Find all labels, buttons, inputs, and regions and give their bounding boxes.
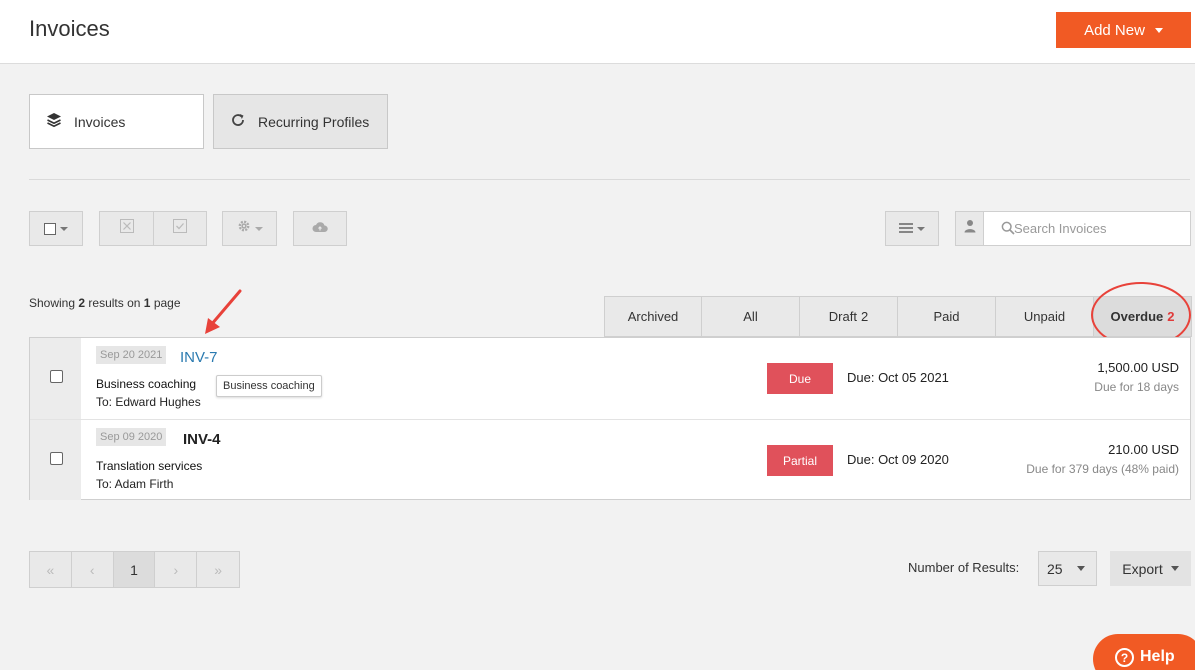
page-title: Invoices [29, 16, 110, 41]
void-button[interactable] [99, 211, 154, 246]
status-badge: Partial [767, 445, 833, 476]
pagination: « ‹ 1 › » [29, 551, 240, 588]
refresh-icon [230, 112, 246, 131]
invoice-number-link[interactable]: INV-7 [180, 349, 218, 366]
num-results-value: 25 [1047, 560, 1063, 577]
approve-button[interactable] [153, 211, 207, 246]
filter-tab-paid[interactable]: Paid [898, 296, 996, 337]
row-checkbox-cell [30, 420, 81, 500]
chevron-down-icon [1077, 566, 1085, 571]
invoice-table: Sep 20 2021 INV-7 Business coaching Busi… [29, 337, 1191, 500]
num-results-label: Number of Results: [908, 560, 1020, 575]
next-page-button[interactable]: › [155, 552, 198, 587]
filter-count: 2 [860, 309, 869, 324]
add-new-button[interactable]: Add New [1056, 12, 1191, 48]
chevron-down-icon [1170, 566, 1179, 571]
num-results-select[interactable]: 25 [1038, 551, 1097, 586]
divider [29, 179, 1190, 180]
add-new-label: Add New [1084, 21, 1145, 39]
void-icon [119, 219, 134, 238]
filter-label: Draft [828, 309, 857, 324]
annotation-arrow-icon [205, 289, 242, 334]
results-summary: Showing 2 results on 1 page [29, 296, 181, 310]
invoice-date: Sep 09 2020 [96, 428, 167, 446]
invoice-description: Business coaching [96, 377, 197, 391]
layers-icon [46, 112, 62, 131]
export-label: Export [1122, 560, 1163, 577]
filter-tab-archived[interactable]: Archived [604, 296, 702, 337]
question-icon: ? [1115, 648, 1134, 667]
user-icon [963, 219, 977, 238]
invoice-description: Translation services [96, 459, 203, 473]
invoice-amount: 210.00 USD [1108, 442, 1179, 457]
row-checkbox[interactable] [50, 452, 63, 465]
chevron-down-icon [60, 226, 68, 231]
results-pages: 1 [143, 296, 151, 310]
current-page-button[interactable]: 1 [113, 552, 156, 587]
filter-tab-draft[interactable]: Draft 2 [800, 296, 898, 337]
filter-tab-all[interactable]: All [702, 296, 800, 337]
settings-dropdown[interactable] [222, 211, 277, 246]
tab-invoices[interactable]: Invoices [29, 94, 204, 149]
due-for-text: Due for 18 days [1094, 380, 1179, 394]
invoice-recipient: To: Edward Hughes [96, 395, 201, 409]
row-checkbox-cell [30, 338, 81, 419]
due-date: Due: Oct 09 2020 [847, 452, 949, 467]
invoice-recipient: To: Adam Firth [96, 477, 174, 491]
last-page-button[interactable]: » [197, 552, 239, 587]
chevron-down-icon [254, 226, 263, 231]
search-icon [1001, 221, 1015, 240]
first-page-button[interactable]: « [30, 552, 72, 587]
tab-recurring-profiles[interactable]: Recurring Profiles [213, 94, 388, 149]
chevron-down-icon [1154, 27, 1163, 33]
filter-label: Unpaid [1023, 309, 1066, 324]
filter-tab-unpaid[interactable]: Unpaid [996, 296, 1094, 337]
results-count: 2 [78, 296, 86, 310]
tab-invoices-label: Invoices [74, 113, 126, 130]
approve-icon [173, 219, 187, 238]
list-view-dropdown[interactable] [885, 211, 939, 246]
results-suffix: page [153, 296, 181, 310]
user-filter-button[interactable] [956, 212, 984, 245]
invoice-number-link[interactable]: INV-4 [183, 431, 221, 448]
prev-page-button[interactable]: ‹ [72, 552, 114, 587]
due-for-text: Due for 379 days (48% paid) [1026, 462, 1179, 476]
results-prefix: Showing [29, 296, 76, 310]
tab-recurring-label: Recurring Profiles [258, 113, 370, 130]
export-button[interactable]: Export [1110, 551, 1191, 586]
checkbox-icon [44, 222, 56, 235]
cloud-upload-button[interactable] [293, 211, 347, 246]
row-checkbox[interactable] [50, 370, 63, 383]
chevron-down-icon [917, 226, 925, 231]
cloud-upload-icon [312, 220, 328, 238]
select-all-dropdown[interactable] [29, 211, 83, 246]
gear-icon [237, 219, 251, 238]
table-row[interactable]: Sep 20 2021 INV-7 Business coaching Busi… [30, 338, 1190, 419]
table-row[interactable]: Sep 09 2020 INV-4 Translation services T… [30, 419, 1190, 500]
filter-label: Paid [933, 309, 960, 324]
help-label: Help [1140, 648, 1175, 665]
results-middle: results on [88, 296, 141, 310]
tooltip: Business coaching [216, 375, 322, 397]
help-button[interactable]: ? Help [1093, 634, 1195, 670]
invoice-amount: 1,500.00 USD [1097, 360, 1179, 375]
due-date: Due: Oct 05 2021 [847, 370, 949, 385]
list-view-icon [899, 220, 913, 238]
invoice-date: Sep 20 2021 [96, 346, 167, 364]
filter-label: Archived [627, 309, 679, 324]
filter-label: All [743, 309, 758, 324]
search-box [955, 211, 1191, 246]
status-badge: Due [767, 363, 833, 394]
top-bar: Invoices Add New [0, 0, 1195, 64]
